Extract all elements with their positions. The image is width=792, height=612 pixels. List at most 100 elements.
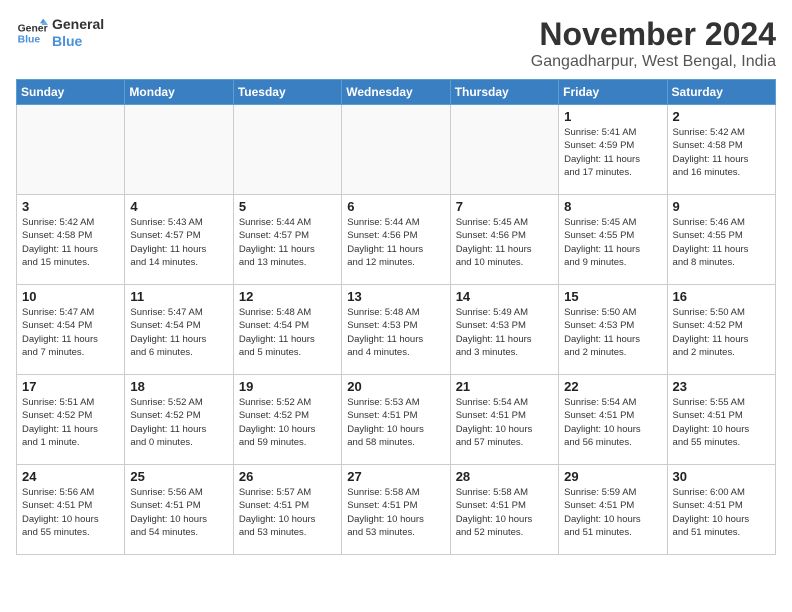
calendar-cell: 16 Sunrise: 5:50 AM Sunset: 4:52 PM Dayli… bbox=[667, 285, 775, 375]
calendar-week-row: 3Sunrise: 5:42 AM Sunset: 4:58 PM Daylig… bbox=[17, 195, 776, 285]
day-number: 14 bbox=[456, 289, 553, 304]
calendar-cell: 26 Sunrise: 5:57 AM Sunset: 4:51 PM Dayli… bbox=[233, 465, 341, 555]
calendar-table: SundayMondayTuesdayWednesdayThursdayFrid… bbox=[16, 79, 776, 555]
day-number: 28 bbox=[456, 469, 553, 484]
calendar-week-row: 24 Sunrise: 5:56 AM Sunset: 4:51 PM Dayli… bbox=[17, 465, 776, 555]
day-number: 15 bbox=[564, 289, 661, 304]
day-number: 3 bbox=[22, 199, 119, 214]
day-info: Sunrise: 5:41 AM Sunset: 4:59 PM Dayligh… bbox=[564, 126, 661, 179]
day-info: Sunrise: 5:54 AM Sunset: 4:51 PM Dayligh… bbox=[564, 396, 661, 449]
calendar-cell bbox=[233, 105, 341, 195]
day-number: 24 bbox=[22, 469, 119, 484]
day-number: 5 bbox=[239, 199, 336, 214]
calendar-cell bbox=[342, 105, 450, 195]
day-number: 10 bbox=[22, 289, 119, 304]
logo-icon: General Blue bbox=[16, 17, 48, 49]
calendar-cell: 3Sunrise: 5:42 AM Sunset: 4:58 PM Daylig… bbox=[17, 195, 125, 285]
logo-line2: Blue bbox=[52, 33, 104, 50]
calendar-week-row: 1 Sunrise: 5:41 AM Sunset: 4:59 PM Daylig… bbox=[17, 105, 776, 195]
logo-line1: General bbox=[52, 16, 104, 33]
day-info: Sunrise: 5:56 AM Sunset: 4:51 PM Dayligh… bbox=[130, 486, 227, 539]
day-number: 16 bbox=[673, 289, 770, 304]
day-number: 4 bbox=[130, 199, 227, 214]
day-number: 26 bbox=[239, 469, 336, 484]
calendar-cell: 13 Sunrise: 5:48 AM Sunset: 4:53 PM Dayli… bbox=[342, 285, 450, 375]
day-number: 17 bbox=[22, 379, 119, 394]
calendar-header-wednesday: Wednesday bbox=[342, 80, 450, 105]
day-info: Sunrise: 5:47 AM Sunset: 4:54 PM Dayligh… bbox=[130, 306, 227, 359]
calendar-header-row: SundayMondayTuesdayWednesdayThursdayFrid… bbox=[17, 80, 776, 105]
calendar-cell: 4 Sunrise: 5:43 AM Sunset: 4:57 PM Daylig… bbox=[125, 195, 233, 285]
calendar-cell: 20Sunrise: 5:53 AM Sunset: 4:51 PM Dayli… bbox=[342, 375, 450, 465]
calendar-cell: 23Sunrise: 5:55 AM Sunset: 4:51 PM Dayli… bbox=[667, 375, 775, 465]
day-info: Sunrise: 5:48 AM Sunset: 4:53 PM Dayligh… bbox=[347, 306, 444, 359]
day-info: Sunrise: 5:47 AM Sunset: 4:54 PM Dayligh… bbox=[22, 306, 119, 359]
page-header: General Blue General Blue November 2024 … bbox=[16, 16, 776, 71]
day-info: Sunrise: 5:49 AM Sunset: 4:53 PM Dayligh… bbox=[456, 306, 553, 359]
day-info: Sunrise: 5:50 AM Sunset: 4:52 PM Dayligh… bbox=[673, 306, 770, 359]
calendar-header-monday: Monday bbox=[125, 80, 233, 105]
calendar-header-saturday: Saturday bbox=[667, 80, 775, 105]
calendar-cell: 22Sunrise: 5:54 AM Sunset: 4:51 PM Dayli… bbox=[559, 375, 667, 465]
day-number: 13 bbox=[347, 289, 444, 304]
svg-text:Blue: Blue bbox=[18, 34, 41, 45]
title-block: November 2024 Gangadharpur, West Bengal,… bbox=[531, 16, 776, 71]
logo: General Blue General Blue bbox=[16, 16, 104, 50]
calendar-cell: 17 Sunrise: 5:51 AM Sunset: 4:52 PM Dayli… bbox=[17, 375, 125, 465]
day-number: 2 bbox=[673, 109, 770, 124]
calendar-cell: 9 Sunrise: 5:46 AM Sunset: 4:55 PM Daylig… bbox=[667, 195, 775, 285]
day-info: Sunrise: 5:45 AM Sunset: 4:55 PM Dayligh… bbox=[564, 216, 661, 269]
calendar-cell: 24 Sunrise: 5:56 AM Sunset: 4:51 PM Dayli… bbox=[17, 465, 125, 555]
day-info: Sunrise: 6:00 AM Sunset: 4:51 PM Dayligh… bbox=[673, 486, 770, 539]
day-number: 1 bbox=[564, 109, 661, 124]
calendar-header-tuesday: Tuesday bbox=[233, 80, 341, 105]
day-number: 18 bbox=[130, 379, 227, 394]
day-info: Sunrise: 5:48 AM Sunset: 4:54 PM Dayligh… bbox=[239, 306, 336, 359]
day-info: Sunrise: 5:44 AM Sunset: 4:56 PM Dayligh… bbox=[347, 216, 444, 269]
svg-text:General: General bbox=[18, 23, 48, 34]
calendar-cell: 11 Sunrise: 5:47 AM Sunset: 4:54 PM Dayli… bbox=[125, 285, 233, 375]
day-number: 11 bbox=[130, 289, 227, 304]
calendar-cell: 19Sunrise: 5:52 AM Sunset: 4:52 PM Dayli… bbox=[233, 375, 341, 465]
calendar-cell: 27 Sunrise: 5:58 AM Sunset: 4:51 PM Dayli… bbox=[342, 465, 450, 555]
day-number: 23 bbox=[673, 379, 770, 394]
calendar-cell: 5Sunrise: 5:44 AM Sunset: 4:57 PM Daylig… bbox=[233, 195, 341, 285]
calendar-cell: 2 Sunrise: 5:42 AM Sunset: 4:58 PM Daylig… bbox=[667, 105, 775, 195]
day-number: 7 bbox=[456, 199, 553, 214]
calendar-cell: 21 Sunrise: 5:54 AM Sunset: 4:51 PM Dayli… bbox=[450, 375, 558, 465]
day-info: Sunrise: 5:46 AM Sunset: 4:55 PM Dayligh… bbox=[673, 216, 770, 269]
day-number: 12 bbox=[239, 289, 336, 304]
day-info: Sunrise: 5:51 AM Sunset: 4:52 PM Dayligh… bbox=[22, 396, 119, 449]
calendar-cell: 15Sunrise: 5:50 AM Sunset: 4:53 PM Dayli… bbox=[559, 285, 667, 375]
calendar-week-row: 10 Sunrise: 5:47 AM Sunset: 4:54 PM Dayli… bbox=[17, 285, 776, 375]
calendar-cell: 12 Sunrise: 5:48 AM Sunset: 4:54 PM Dayli… bbox=[233, 285, 341, 375]
day-number: 27 bbox=[347, 469, 444, 484]
day-info: Sunrise: 5:54 AM Sunset: 4:51 PM Dayligh… bbox=[456, 396, 553, 449]
calendar-cell: 10 Sunrise: 5:47 AM Sunset: 4:54 PM Dayli… bbox=[17, 285, 125, 375]
day-info: Sunrise: 5:42 AM Sunset: 4:58 PM Dayligh… bbox=[673, 126, 770, 179]
day-number: 25 bbox=[130, 469, 227, 484]
day-number: 9 bbox=[673, 199, 770, 214]
calendar-header-sunday: Sunday bbox=[17, 80, 125, 105]
day-number: 8 bbox=[564, 199, 661, 214]
calendar-cell: 28 Sunrise: 5:58 AM Sunset: 4:51 PM Dayli… bbox=[450, 465, 558, 555]
calendar-header-friday: Friday bbox=[559, 80, 667, 105]
location-title: Gangadharpur, West Bengal, India bbox=[531, 53, 776, 71]
calendar-cell: 6 Sunrise: 5:44 AM Sunset: 4:56 PM Daylig… bbox=[342, 195, 450, 285]
day-info: Sunrise: 5:52 AM Sunset: 4:52 PM Dayligh… bbox=[239, 396, 336, 449]
day-info: Sunrise: 5:58 AM Sunset: 4:51 PM Dayligh… bbox=[347, 486, 444, 539]
day-info: Sunrise: 5:57 AM Sunset: 4:51 PM Dayligh… bbox=[239, 486, 336, 539]
day-number: 21 bbox=[456, 379, 553, 394]
month-title: November 2024 bbox=[531, 16, 776, 53]
day-info: Sunrise: 5:52 AM Sunset: 4:52 PM Dayligh… bbox=[130, 396, 227, 449]
calendar-cell bbox=[450, 105, 558, 195]
day-info: Sunrise: 5:56 AM Sunset: 4:51 PM Dayligh… bbox=[22, 486, 119, 539]
day-number: 30 bbox=[673, 469, 770, 484]
day-info: Sunrise: 5:43 AM Sunset: 4:57 PM Dayligh… bbox=[130, 216, 227, 269]
day-info: Sunrise: 5:45 AM Sunset: 4:56 PM Dayligh… bbox=[456, 216, 553, 269]
calendar-cell: 18 Sunrise: 5:52 AM Sunset: 4:52 PM Dayli… bbox=[125, 375, 233, 465]
calendar-cell: 29Sunrise: 5:59 AM Sunset: 4:51 PM Dayli… bbox=[559, 465, 667, 555]
day-info: Sunrise: 5:58 AM Sunset: 4:51 PM Dayligh… bbox=[456, 486, 553, 539]
day-number: 29 bbox=[564, 469, 661, 484]
day-number: 6 bbox=[347, 199, 444, 214]
